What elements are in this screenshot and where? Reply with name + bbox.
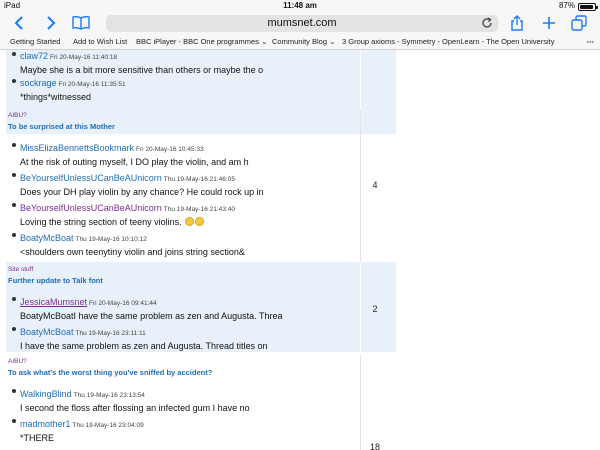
post-item[interactable]: BoatyMcBoat Thu 19-May-16 23:11:11 I have…	[20, 322, 350, 351]
bookmark-getting-started[interactable]: Getting Started	[10, 34, 60, 49]
bookmark-group-axioms[interactable]: 3 Group axioms - Symmetry - OpenLearn - …	[342, 34, 554, 49]
battery-icon	[578, 3, 598, 11]
post-author[interactable]: BoatyMcBoat	[20, 233, 74, 243]
bullet	[12, 79, 16, 83]
bookmark-bbc-iplayer-label: BBC iPlayer - BBC One programmes	[136, 37, 259, 46]
post-author[interactable]: JessicaMumsnet	[20, 297, 87, 307]
bullet	[12, 389, 16, 393]
post-author[interactable]: madmother1	[20, 419, 71, 429]
thread-category[interactable]: AIBU?	[8, 358, 27, 365]
post-text: Loving the string section of teeny violi…	[20, 217, 182, 227]
post-text[interactable]: <shoulders own teenytiny violin and join…	[20, 247, 350, 257]
share-icon[interactable]	[508, 15, 526, 31]
reload-icon[interactable]	[481, 17, 493, 29]
thread-category[interactable]: Site stuff	[8, 266, 33, 273]
post-date: Thu 19-May-16 23:13:54	[73, 392, 145, 399]
post-date: Fri 20-May-16 10:45:33	[136, 146, 204, 153]
browser-toolbar: mumsnet.com	[0, 12, 600, 34]
post-author[interactable]: claw72	[20, 51, 48, 61]
reply-count: 2	[372, 304, 378, 314]
post-text[interactable]: At the risk of outing myself, I DO play …	[20, 157, 350, 167]
battery-fill	[580, 5, 594, 9]
reply-count: 18	[369, 442, 380, 450]
post-author[interactable]: WalkingBlind	[20, 389, 72, 399]
post-text[interactable]: *THERE	[20, 433, 350, 443]
post-text[interactable]: *things*witnessed	[20, 92, 350, 102]
bullet	[12, 143, 16, 147]
post-text[interactable]: I have the same problem as zen and Augus…	[20, 341, 350, 351]
post-author[interactable]: MissElizaBennettsBookmark	[20, 143, 134, 153]
bullet	[12, 233, 16, 237]
thread-row: AIBU? To be surprised at this Mother Mis…	[6, 110, 396, 262]
post-date: Thu 19-May-16 21:43:40	[163, 206, 235, 213]
bullet	[12, 52, 16, 56]
smile-emoji-icon	[185, 217, 195, 226]
post-text[interactable]: BoatyMcBoatI have the same problem as ze…	[20, 311, 350, 321]
post-text[interactable]: I second the floss after flossing an inf…	[20, 403, 350, 413]
smile-emoji-icon	[195, 217, 205, 226]
thread-title[interactable]: To ask what's the worst thing you've sni…	[8, 368, 212, 377]
new-tab-icon[interactable]	[540, 15, 558, 31]
chevron-down-icon: ⌄	[329, 37, 336, 46]
bullet	[12, 203, 16, 207]
thread-row: Site stuff Further update to Talk font J…	[6, 262, 396, 352]
post-item[interactable]: BoatyMcBoat Thu 19-May-16 10:10:12 <shoul…	[20, 228, 350, 257]
status-bar: iPad 11:48 am 87%	[0, 0, 600, 12]
post-item[interactable]: WalkingBlind Thu 19-May-16 23:13:54 I sec…	[20, 384, 350, 413]
back-icon[interactable]	[10, 15, 28, 31]
post-date: Thu 19-May-16 10:10:12	[75, 236, 147, 243]
post-item[interactable]: sockrage Fri 20-May-16 11:35:51 *things*w…	[20, 73, 350, 102]
thread-category[interactable]: AIBU?	[8, 112, 27, 119]
post-date: Thu 19-May-16 21:46:05	[163, 176, 235, 183]
column-divider	[360, 354, 361, 450]
address-bar[interactable]: mumsnet.com	[106, 15, 498, 32]
post-author[interactable]: BeYourselfUnlessUCanBeAUnicorn	[20, 203, 162, 213]
bullet	[12, 327, 16, 331]
post-date: Fri 20-May-16 09:41:44	[89, 300, 157, 307]
more-bookmarks-icon[interactable]: ⋯	[587, 34, 595, 49]
post-date: Thu 19-May-16 23:04:09	[72, 422, 144, 429]
bookmark-wish-list[interactable]: Add to Wish List	[73, 34, 127, 49]
bookmark-community-blog-label: Community Blog	[272, 37, 328, 46]
thread-title[interactable]: Further update to Talk font	[8, 276, 103, 285]
bookmark-bbc-iplayer[interactable]: BBC iPlayer - BBC One programmes ⌄	[136, 34, 267, 49]
tabs-icon[interactable]	[570, 15, 588, 31]
bookmarks-icon[interactable]	[72, 15, 90, 31]
post-item[interactable]: madmother1 Thu 19-May-16 23:04:09 *THERE	[20, 414, 350, 443]
forward-icon[interactable]	[42, 15, 60, 31]
chevron-down-icon: ⌄	[261, 37, 268, 46]
post-item[interactable]: BeYourselfUnlessUCanBeAUnicorn Thu 19-May…	[20, 168, 350, 197]
post-date: Fri 20-May-16 11:40:18	[50, 54, 118, 61]
clock: 11:48 am	[283, 1, 317, 10]
battery-percent: 87%	[558, 1, 575, 10]
post-text[interactable]: Does your DH play violin by any chance? …	[20, 187, 350, 197]
url-text: mumsnet.com	[267, 17, 337, 29]
thread-list: claw72 Fri 20-May-16 11:40:18 Maybe she i…	[0, 50, 600, 450]
thread-title[interactable]: To be surprised at this Mother	[8, 122, 115, 131]
post-author[interactable]: BoatyMcBoat	[20, 327, 74, 337]
battery-indicator: 87%	[558, 0, 598, 12]
bullet	[12, 297, 16, 301]
bullet	[12, 419, 16, 423]
post-date: Thu 19-May-16 23:11:11	[75, 330, 146, 337]
bookmark-community-blog[interactable]: Community Blog ⌄	[272, 34, 335, 49]
post-item[interactable]: BeYourselfUnlessUCanBeAUnicorn Thu 19-May…	[20, 198, 350, 227]
post-item[interactable]: claw72 Fri 20-May-16 11:40:18 Maybe she i…	[20, 50, 350, 75]
bullet	[12, 173, 16, 177]
post-date: Fri 20-May-16 11:35:51	[58, 81, 126, 88]
post-author[interactable]: sockrage	[20, 78, 57, 88]
post-text-wrap[interactable]: Loving the string section of teeny violi…	[20, 217, 350, 227]
bookmarks-bar: Getting Started Add to Wish List BBC iPl…	[0, 34, 600, 50]
post-author[interactable]: BeYourselfUnlessUCanBeAUnicorn	[20, 173, 162, 183]
post-item[interactable]: MissElizaBennettsBookmark Fri 20-May-16 1…	[20, 138, 350, 167]
reply-count: 4	[372, 180, 378, 190]
post-item[interactable]: JessicaMumsnet Fri 20-May-16 09:41:44 Boa…	[20, 292, 350, 321]
thread-row: AIBU? To ask what's the worst thing you'…	[6, 354, 396, 450]
